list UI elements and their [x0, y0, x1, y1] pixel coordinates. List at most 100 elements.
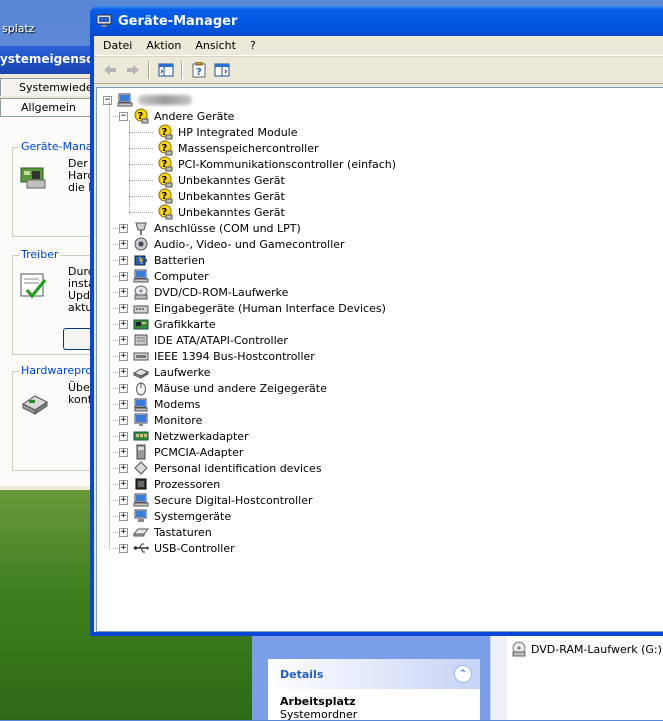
- tree-item-label: IDE ATA/ATAPI-Controller: [154, 333, 288, 347]
- tree-category-laufwerke[interactable]: + Laufwerke: [119, 364, 213, 380]
- tree-item-label: Audio-, Video- und Gamecontroller: [154, 237, 345, 251]
- tree-connector-line: [129, 148, 153, 149]
- tree-device-unbekanntes-gerät[interactable]: ? Unbekanntes Gerät: [157, 172, 287, 188]
- tree-root[interactable]: −: [103, 92, 192, 108]
- menu-bar: Datei Aktion Ansicht ?: [94, 36, 663, 56]
- tree-category-monitore[interactable]: + Monitore: [119, 412, 204, 428]
- expand-toggle-icon[interactable]: +: [119, 367, 128, 377]
- cdrom-icon: [133, 284, 149, 300]
- tree-category-grafikkarte[interactable]: + Grafikkarte: [119, 316, 218, 332]
- show-hide-console-tree-button[interactable]: [154, 59, 177, 81]
- properties-button[interactable]: ?: [187, 59, 210, 81]
- console-tree-icon: [158, 63, 173, 77]
- expand-toggle-icon[interactable]: +: [119, 511, 128, 521]
- tree-item-label: Batterien: [154, 253, 205, 267]
- explorer-scrollbar[interactable]: [490, 635, 507, 720]
- menu-help[interactable]: ?: [243, 37, 263, 55]
- expand-toggle-icon[interactable]: +: [119, 543, 128, 553]
- explorer-task-pane: Details ⌃ Arbeitsplatz Systemordner: [252, 635, 507, 721]
- tree-device-hp-integrated-module[interactable]: ? HP Integrated Module: [157, 124, 300, 140]
- expand-toggle-icon[interactable]: +: [119, 287, 128, 297]
- tree-category-anschlüsse-com-und-lpt[interactable]: + Anschlüsse (COM und LPT): [119, 220, 303, 236]
- expand-toggle-icon[interactable]: +: [119, 303, 128, 313]
- expand-toggle-icon[interactable]: +: [119, 399, 128, 409]
- expand-toggle-icon[interactable]: +: [119, 527, 128, 537]
- processor-icon: [133, 476, 149, 492]
- tree-category-pcmcia-adapter[interactable]: + PCMCIA-Adapter: [119, 444, 245, 460]
- tree-item-label: DVD/CD-ROM-Laufwerke: [154, 285, 289, 299]
- tree-device-unbekanntes-gerät[interactable]: ? Unbekanntes Gerät: [157, 204, 287, 220]
- tree-category-personal-identification-devices[interactable]: + Personal identification devices: [119, 460, 324, 476]
- keyboard-icon: [133, 524, 149, 540]
- expand-toggle-icon[interactable]: +: [119, 495, 128, 505]
- menu-ansicht[interactable]: Ansicht: [188, 37, 243, 55]
- tree-device-massenspeichercontroller[interactable]: ? Massenspeichercontroller: [157, 140, 321, 156]
- tree-category-systemgeräte[interactable]: + Systemgeräte: [119, 508, 233, 524]
- tree-item-label: Andere Geräte: [154, 109, 235, 123]
- tree-item-label: Eingabegeräte (Human Interface Devices): [154, 301, 386, 315]
- tree-item-label: IEEE 1394 Bus-Hostcontroller: [154, 349, 315, 363]
- hardware-profile-icon: [22, 395, 48, 415]
- tree-category-modems[interactable]: + Modems: [119, 396, 202, 412]
- tree-device-unbekanntes-gerät[interactable]: ? Unbekanntes Gerät: [157, 188, 287, 204]
- expand-toggle-icon[interactable]: +: [119, 271, 128, 281]
- expand-toggle-icon[interactable]: +: [119, 383, 128, 393]
- expand-toggle-icon[interactable]: +: [119, 319, 128, 329]
- tree-device-pci-kommunikationscontroller-einfach[interactable]: ? PCI-Kommunikationscontroller (einfach): [157, 156, 398, 172]
- tree-category-prozessoren[interactable]: + Prozessoren: [119, 476, 222, 492]
- details-header[interactable]: Details ⌃: [268, 659, 480, 689]
- collapse-chevron-icon[interactable]: ⌃: [454, 665, 472, 683]
- tree-item-label: Netzwerkadapter: [154, 429, 249, 443]
- back-button[interactable]: [98, 59, 121, 81]
- tree-category-computer[interactable]: + Computer: [119, 268, 211, 284]
- toolbar: ?: [94, 56, 663, 84]
- back-arrow-icon: [103, 65, 116, 75]
- tree-category-dvd-cd-rom-laufwerke[interactable]: + DVD/CD-ROM-Laufwerke: [119, 284, 290, 300]
- expand-toggle-icon[interactable]: +: [119, 239, 128, 249]
- port-icon: [133, 220, 149, 236]
- expand-toggle-icon[interactable]: +: [119, 431, 128, 441]
- tree-connector-line: [129, 164, 153, 165]
- tree-category-andere-geräte[interactable]: −? Andere Geräte: [119, 108, 236, 124]
- expand-toggle-icon[interactable]: +: [119, 415, 128, 425]
- expand-toggle-icon[interactable]: +: [119, 255, 128, 265]
- expand-toggle-icon[interactable]: +: [119, 223, 128, 233]
- drive-item-dvd-ram[interactable]: DVD-RAM-Laufwerk (G:): [511, 641, 662, 657]
- forward-arrow-icon: [126, 65, 139, 75]
- tree-category-eingabegeräte-human-interface-devices[interactable]: + Eingabegeräte (Human Interface Devices): [119, 300, 388, 316]
- tree-item-label: Personal identification devices: [154, 461, 322, 475]
- window-client-area: Datei Aktion Ansicht ? ? − − ? Andere Ge…: [94, 36, 663, 632]
- tree-category-usb-controller[interactable]: + USB-Controller: [119, 540, 237, 556]
- tree-category-audio-video-und-gamecontroller[interactable]: + Audio-, Video- und Gamecontroller: [119, 236, 347, 252]
- help-button[interactable]: [210, 59, 233, 81]
- tree-category-tastaturen[interactable]: + Tastaturen: [119, 524, 214, 540]
- title-bar[interactable]: Geräte-Manager: [90, 6, 663, 36]
- tree-category-mäuse-und-andere-zeigegeräte[interactable]: + Mäuse und andere Zeigegeräte: [119, 380, 329, 396]
- menu-aktion[interactable]: Aktion: [139, 37, 188, 55]
- tree-category-secure-digital-hostcontroller[interactable]: + Secure Digital-Hostcontroller: [119, 492, 314, 508]
- network-adapter-icon: [133, 428, 149, 444]
- expand-toggle-icon[interactable]: +: [119, 335, 128, 345]
- sd-host-icon: [133, 492, 149, 508]
- pcmcia-icon: [133, 444, 149, 460]
- tree-category-ieee-1394-bus-hostcontroller[interactable]: + IEEE 1394 Bus-Hostcontroller: [119, 348, 317, 364]
- question-device-icon: ?: [157, 188, 173, 204]
- device-tree[interactable]: − −? Andere Geräte? HP Integrated Module? M…: [96, 87, 663, 632]
- tree-item-label: Unbekanntes Gerät: [178, 205, 285, 219]
- expand-toggle-icon[interactable]: +: [119, 463, 128, 473]
- expand-toggle-icon[interactable]: +: [119, 447, 128, 457]
- tree-category-batterien[interactable]: + Batterien: [119, 252, 207, 268]
- tree-item-label: Tastaturen: [154, 525, 212, 539]
- dvd-drive-icon: [512, 641, 526, 657]
- details-item-type: Systemordner: [280, 708, 358, 721]
- usb-icon: [133, 540, 149, 556]
- menu-datei[interactable]: Datei: [96, 37, 139, 55]
- forward-button[interactable]: [121, 59, 144, 81]
- expand-toggle-icon[interactable]: +: [119, 479, 128, 489]
- collapse-toggle-icon[interactable]: −: [119, 111, 128, 121]
- desktop-icon-label[interactable]: splatz: [2, 22, 35, 35]
- tree-category-ide-ata-atapi-controller[interactable]: + IDE ATA/ATAPI-Controller: [119, 332, 290, 348]
- tree-category-netzwerkadapter[interactable]: + Netzwerkadapter: [119, 428, 251, 444]
- collapse-toggle-icon[interactable]: −: [103, 95, 112, 105]
- expand-toggle-icon[interactable]: +: [119, 351, 128, 361]
